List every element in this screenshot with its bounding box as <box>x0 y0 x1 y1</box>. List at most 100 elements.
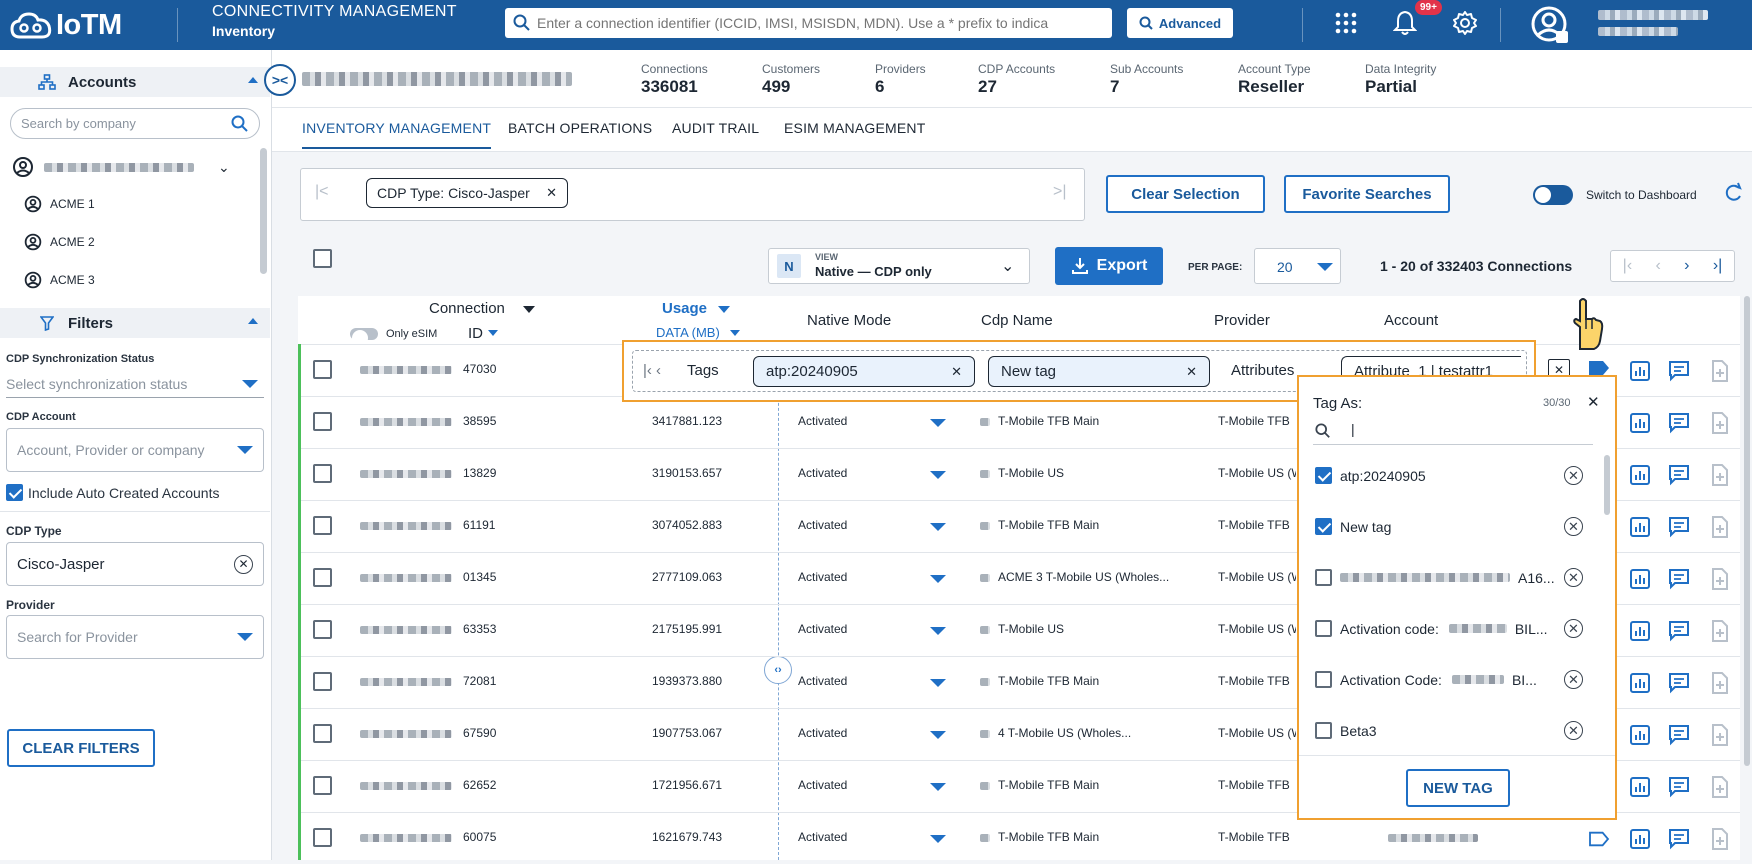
column-provider[interactable]: Provider <box>1214 312 1270 329</box>
remove-tag-icon[interactable]: ✕ <box>1564 517 1583 536</box>
row-checkbox[interactable] <box>313 828 332 847</box>
auto-created-checkbox[interactable]: Include Auto Created Accounts <box>6 484 219 501</box>
add-document-icon[interactable] <box>1709 672 1729 694</box>
first-page-icon[interactable]: |‹ ‹ <box>643 362 661 379</box>
table-scrollbar[interactable] <box>1744 296 1750 766</box>
clear-icon[interactable]: ✕ <box>234 554 253 574</box>
checkbox-checked-icon[interactable] <box>1315 518 1332 535</box>
close-icon[interactable]: ✕ <box>1186 364 1197 380</box>
checkbox-icon[interactable] <box>1315 722 1332 739</box>
tag-chip[interactable]: atp:20240905 ✕ <box>753 356 975 387</box>
dropdown-arrow-icon[interactable] <box>930 575 946 583</box>
remove-tag-icon[interactable]: ✕ <box>1564 721 1583 740</box>
usage-chart-icon[interactable] <box>1630 621 1650 641</box>
company-search[interactable]: Search by company <box>10 108 260 139</box>
message-icon[interactable] <box>1668 828 1690 850</box>
message-icon[interactable] <box>1668 360 1690 382</box>
checkbox-checked-icon[interactable] <box>6 484 23 501</box>
first-page-icon[interactable]: |‹ <box>1623 257 1632 275</box>
connection-id[interactable]: 38595 <box>463 414 496 428</box>
account-root[interactable]: ⌄ <box>12 156 230 178</box>
advanced-search-button[interactable]: Advanced <box>1127 8 1233 38</box>
connection-id[interactable]: 61191 <box>463 518 495 532</box>
column-connection[interactable]: Connection <box>429 300 505 317</box>
message-icon[interactable] <box>1668 672 1690 694</box>
message-icon[interactable] <box>1668 516 1690 538</box>
tab-inventory-management[interactable]: INVENTORY MANAGEMENT <box>302 120 492 149</box>
usage-chart-icon[interactable] <box>1630 829 1650 849</box>
row-checkbox[interactable] <box>313 516 332 535</box>
last-page-icon[interactable]: >| <box>1053 183 1067 201</box>
tag-option[interactable]: Beta3 <box>1315 722 1377 739</box>
dropdown-arrow-icon[interactable] <box>930 679 946 687</box>
close-icon[interactable]: ✕ <box>951 364 962 380</box>
select-all-checkbox[interactable] <box>313 249 332 268</box>
usage-chart-icon[interactable] <box>1630 465 1650 485</box>
filter-chip-cdp-type[interactable]: CDP Type: Cisco-Jasper ✕ <box>366 178 568 208</box>
cdp-account-select[interactable]: Account, Provider or company <box>6 428 264 472</box>
column-native-mode[interactable]: Native Mode <box>807 312 891 329</box>
accounts-section-header[interactable]: Accounts <box>0 67 270 97</box>
usage-chart-icon[interactable] <box>1630 517 1650 537</box>
connection-id[interactable]: 63353 <box>463 622 496 636</box>
usage-chart-icon[interactable] <box>1630 777 1650 797</box>
checkbox-icon[interactable] <box>1315 569 1332 586</box>
first-page-icon[interactable]: |< <box>315 183 329 201</box>
tab-esim-management[interactable]: ESIM MANAGEMENT <box>784 120 925 136</box>
row-checkbox[interactable] <box>313 776 332 795</box>
usage-chart-icon[interactable] <box>1630 413 1650 433</box>
connection-id[interactable]: 60075 <box>463 830 496 844</box>
prev-page-icon[interactable]: ‹ <box>1656 257 1661 275</box>
export-button[interactable]: Export <box>1055 247 1163 285</box>
remove-tag-icon[interactable]: ✕ <box>1564 619 1583 638</box>
connection-id[interactable]: 72081 <box>463 674 496 688</box>
refresh-icon[interactable] <box>1723 182 1743 204</box>
tag-options-scrollbar[interactable] <box>1604 455 1610 515</box>
tag-chip[interactable]: New tag ✕ <box>988 356 1210 387</box>
row-checkbox[interactable] <box>313 620 332 639</box>
remove-tag-icon[interactable]: ✕ <box>1564 568 1583 587</box>
clear-filters-button[interactable]: CLEAR FILTERS <box>7 729 155 767</box>
sort-icon[interactable] <box>730 330 740 336</box>
tag-option[interactable]: atp:20240905 <box>1315 467 1426 484</box>
add-document-icon[interactable] <box>1709 776 1729 798</box>
provider-select[interactable]: Search for Provider <box>6 615 264 659</box>
row-checkbox[interactable] <box>313 672 332 691</box>
chevron-down-icon[interactable]: ⌄ <box>218 159 230 176</box>
dropdown-arrow-icon[interactable] <box>930 419 946 427</box>
close-icon[interactable]: ✕ <box>546 185 557 201</box>
usage-chart-icon[interactable] <box>1630 725 1650 745</box>
usage-chart-icon[interactable] <box>1630 361 1650 381</box>
connection-search-input[interactable] <box>537 15 1112 31</box>
filters-section-header[interactable]: Filters <box>0 308 270 338</box>
view-select[interactable]: N VIEW Native — CDP only ⌄ <box>768 248 1030 284</box>
column-cdp-name[interactable]: Cdp Name <box>981 312 1053 329</box>
tag-option[interactable]: A16... <box>1315 569 1555 586</box>
row-checkbox[interactable] <box>313 724 332 743</box>
favorite-searches-button[interactable]: Favorite Searches <box>1284 175 1450 213</box>
add-document-icon[interactable] <box>1709 412 1729 434</box>
dropdown-arrow-icon[interactable] <box>930 627 946 635</box>
caret-up-icon[interactable] <box>248 77 258 83</box>
tag-search-input[interactable]: | <box>1313 417 1593 445</box>
dropdown-arrow-icon[interactable] <box>930 783 946 791</box>
usage-chart-icon[interactable] <box>1630 569 1650 589</box>
sync-status-select[interactable]: Select synchronization status <box>6 370 264 398</box>
message-icon[interactable] <box>1668 776 1690 798</box>
dropdown-arrow-icon[interactable] <box>930 523 946 531</box>
add-document-icon[interactable] <box>1709 620 1729 642</box>
close-icon[interactable]: ✕ <box>1587 393 1600 411</box>
add-document-icon[interactable] <box>1709 360 1729 382</box>
message-icon[interactable] <box>1668 724 1690 746</box>
account-item[interactable]: ACME 1 <box>24 195 95 213</box>
tab-audit-trail[interactable]: AUDIT TRAIL <box>672 120 759 136</box>
dropdown-arrow-icon[interactable] <box>930 731 946 739</box>
brand-logo[interactable]: IoTM <box>10 9 122 42</box>
message-icon[interactable] <box>1668 568 1690 590</box>
row-checkbox[interactable] <box>313 568 332 587</box>
accounts-scrollbar[interactable] <box>260 148 267 274</box>
checkbox-checked-icon[interactable] <box>1315 467 1332 484</box>
clear-selection-button[interactable]: Clear Selection <box>1106 175 1265 213</box>
next-page-icon[interactable]: › <box>1684 257 1689 275</box>
tag-outline-icon[interactable] <box>1588 830 1610 848</box>
